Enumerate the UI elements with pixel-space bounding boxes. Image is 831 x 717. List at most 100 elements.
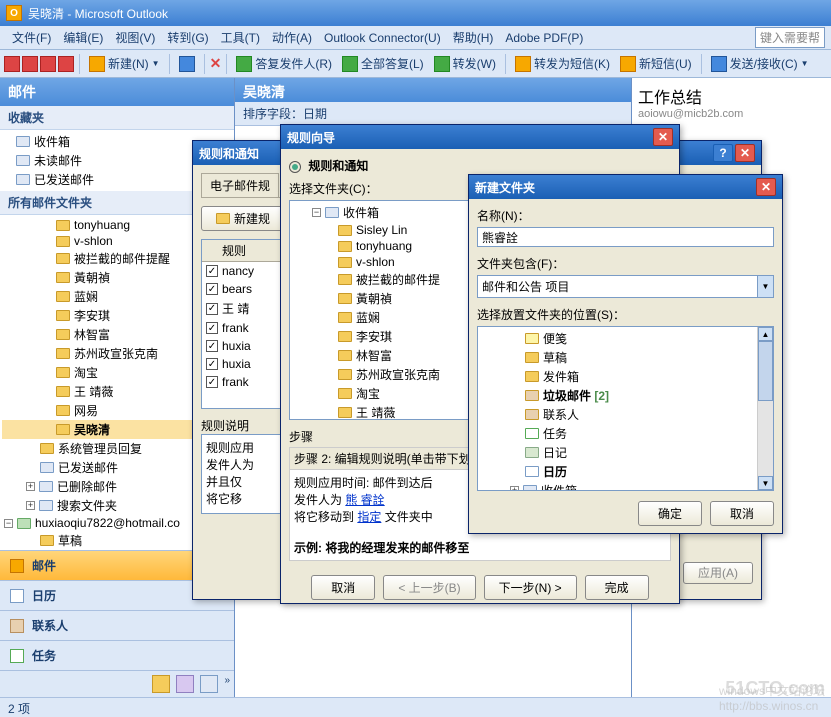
location-label: 选择放置文件夹的位置(S)： xyxy=(477,306,774,323)
menu-edit[interactable]: 编辑(E) xyxy=(57,27,109,48)
collapse-icon[interactable]: − xyxy=(4,519,13,528)
rule-checkbox[interactable] xyxy=(206,303,218,315)
rule-checkbox[interactable] xyxy=(206,358,218,370)
window-titlebar: O 吴晓清 - Microsoft Outlook xyxy=(0,0,831,26)
new-folder-titlebar[interactable]: 新建文件夹 ✕ xyxy=(469,175,782,199)
ok-button[interactable]: 确定 xyxy=(638,501,702,526)
forward-sms-label: 转发为短信(K) xyxy=(534,55,610,72)
location-tree[interactable]: 便笺草稿发件箱垃圾邮件 [2]联系人任务日记日历+收件箱系统管理员回复 ▲ ▼ xyxy=(477,326,774,491)
rule-checkbox[interactable] xyxy=(206,340,218,352)
menu-help[interactable]: 帮助(H) xyxy=(447,27,500,48)
new-rule-button[interactable]: 新建规 xyxy=(201,206,285,231)
contains-combo[interactable]: 邮件和公告 项目 ▼ xyxy=(477,275,774,298)
folder-icon xyxy=(338,388,352,399)
note-icon xyxy=(525,333,539,344)
cancel-button[interactable]: 取消 xyxy=(710,501,774,526)
delete-button[interactable]: ✕ xyxy=(210,55,222,72)
chevron-down-icon[interactable]: ▼ xyxy=(757,276,773,297)
location-folder-item[interactable]: 日历 xyxy=(480,462,755,481)
folder-label: 收件箱 xyxy=(541,482,577,491)
reply-button[interactable]: 答复发件人(R) xyxy=(232,53,336,74)
name-input[interactable] xyxy=(477,227,774,247)
location-folder-item[interactable]: 日记 xyxy=(480,443,755,462)
new-button[interactable]: 新建(N)▼ xyxy=(85,53,164,74)
help-button[interactable]: ? xyxy=(713,144,733,162)
close-button[interactable]: ✕ xyxy=(756,178,776,196)
rule-name: huxia xyxy=(222,357,251,371)
rule-checkbox[interactable] xyxy=(206,283,218,295)
reply-icon xyxy=(236,56,252,72)
pdf-icon-4[interactable] xyxy=(58,56,74,72)
forward-button[interactable]: 转发(W) xyxy=(430,53,500,74)
folder-icon xyxy=(338,331,352,342)
location-folder-item[interactable]: 任务 xyxy=(480,424,755,443)
account-label: huxiaoqiu7822@hotmail.co xyxy=(35,516,180,530)
pdf-icon-2[interactable] xyxy=(22,56,38,72)
wizard-subtitle: 规则和通知 xyxy=(308,159,368,173)
pdf-icon-3[interactable] xyxy=(40,56,56,72)
menu-actions[interactable]: 动作(A) xyxy=(266,27,318,48)
scroll-down-button[interactable]: ▼ xyxy=(758,476,773,490)
favorites-header[interactable]: 收藏夹 xyxy=(0,106,234,130)
finish-button[interactable]: 完成 xyxy=(585,575,649,600)
scroll-up-button[interactable]: ▲ xyxy=(758,327,773,341)
shortcut-3[interactable] xyxy=(200,675,218,693)
new-icon xyxy=(89,56,105,72)
scroll-thumb[interactable] xyxy=(758,341,773,401)
rule-name: frank xyxy=(222,375,249,389)
rule-checkbox[interactable] xyxy=(206,376,218,388)
folder-label: 搜索文件夹 xyxy=(57,497,117,514)
tab-email-rules[interactable]: 电子邮件规 xyxy=(201,173,279,197)
next-button[interactable]: 下一步(N) > xyxy=(484,575,577,600)
location-folder-item[interactable]: + 收件箱 xyxy=(480,481,755,491)
scrollbar[interactable]: ▲ ▼ xyxy=(757,327,773,490)
name-label: 名称(N)： xyxy=(477,207,774,224)
nav-tasks-button[interactable]: 任务 xyxy=(0,640,234,670)
sender-link[interactable]: 熊 睿詮 xyxy=(345,493,384,507)
reply-all-button[interactable]: 全部答复(L) xyxy=(338,53,428,74)
send-receive-button[interactable]: 发送/接收(C)▼ xyxy=(707,53,813,74)
pdf-icon-1[interactable] xyxy=(4,56,20,72)
location-folder-item[interactable]: 联系人 xyxy=(480,405,755,424)
menu-connector[interactable]: Outlook Connector(U) xyxy=(318,29,447,47)
shortcut-2[interactable] xyxy=(176,675,194,693)
chevron-icon[interactable]: » xyxy=(224,675,230,693)
menu-adobe[interactable]: Adobe PDF(P) xyxy=(499,29,589,47)
forward-sms-button[interactable]: 转发为短信(K) xyxy=(511,53,614,74)
send-receive-icon xyxy=(711,56,727,72)
apply-button[interactable]: 应用(A) xyxy=(683,562,753,584)
folder-icon xyxy=(40,535,54,546)
folder-icon xyxy=(338,241,352,252)
expand-icon[interactable]: + xyxy=(26,501,35,510)
shortcut-1[interactable] xyxy=(152,675,170,693)
rules-wizard-titlebar[interactable]: 规则向导 ✕ xyxy=(281,125,679,149)
close-button[interactable]: ✕ xyxy=(735,144,755,162)
folder-label: 联系人 xyxy=(543,406,579,423)
folder-icon xyxy=(338,350,352,361)
location-folder-item[interactable]: 草稿 xyxy=(480,348,755,367)
rule-checkbox[interactable] xyxy=(206,322,218,334)
rule-checkbox[interactable] xyxy=(206,265,218,277)
close-button[interactable]: ✕ xyxy=(653,128,673,146)
location-folder-item[interactable]: 便笺 xyxy=(480,329,755,348)
new-sms-icon xyxy=(620,56,636,72)
location-folder-item[interactable]: 发件箱 xyxy=(480,367,755,386)
menu-file[interactable]: 文件(F) xyxy=(6,27,57,48)
nav-contacts-button[interactable]: 联系人 xyxy=(0,610,234,640)
location-folder-item[interactable]: 垃圾邮件 [2] xyxy=(480,386,755,405)
folder-link[interactable]: 指定 xyxy=(357,510,381,524)
menu-view[interactable]: 视图(V) xyxy=(109,27,161,48)
menu-tools[interactable]: 工具(T) xyxy=(215,27,266,48)
folder-icon xyxy=(56,220,70,231)
folder-icon xyxy=(56,310,70,321)
help-search-input[interactable]: 键入需要帮 xyxy=(755,27,825,48)
nav-btn-label: 联系人 xyxy=(32,617,68,634)
new-sms-button[interactable]: 新短信(U) xyxy=(616,53,696,74)
expand-icon[interactable]: + xyxy=(510,486,519,491)
print-button[interactable] xyxy=(175,54,199,74)
cancel-button[interactable]: 取消 xyxy=(311,575,375,600)
menu-goto[interactable]: 转到(G) xyxy=(161,27,214,48)
expand-icon[interactable]: + xyxy=(26,482,35,491)
radio-selected[interactable] xyxy=(289,161,301,173)
collapse-icon[interactable]: − xyxy=(312,208,321,217)
